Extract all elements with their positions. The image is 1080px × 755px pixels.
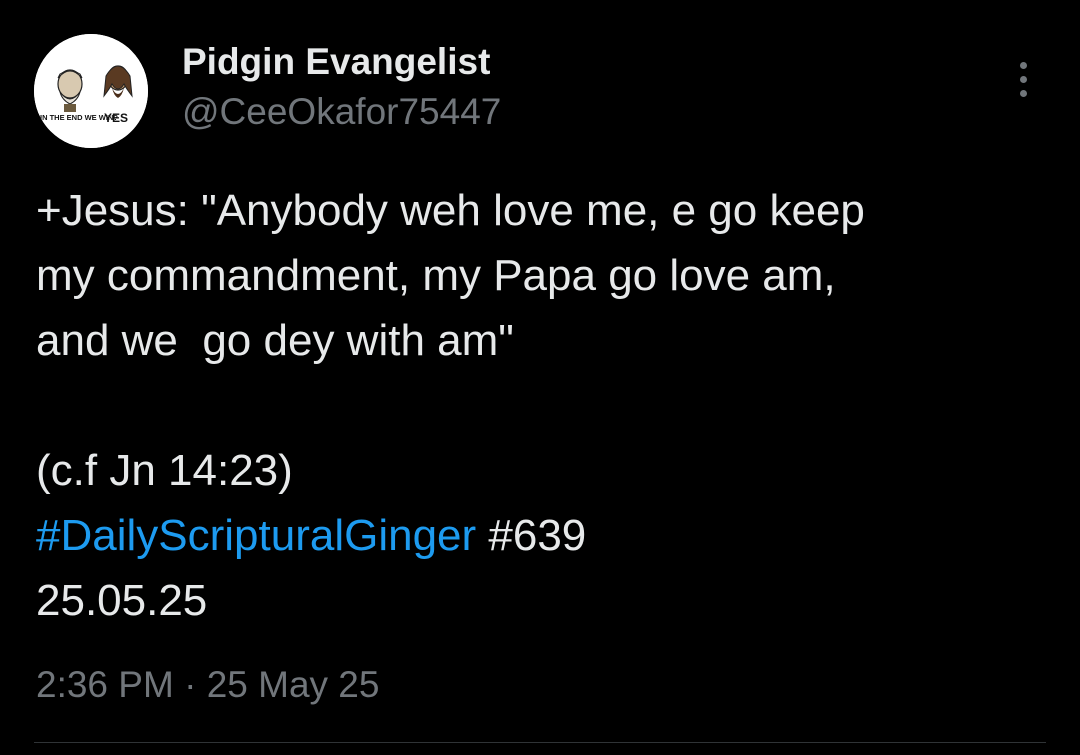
hashtag-line: #DailyScripturalGinger #639: [36, 503, 1046, 568]
avatar-image: IN THE END WE WIN? YES: [34, 34, 148, 148]
tweet-text: +Jesus: "Anybody weh love me, e go keep …: [36, 178, 1046, 633]
more-options-button[interactable]: [1006, 56, 1042, 104]
avatar-caption-right: YES: [104, 111, 128, 125]
author-display-name[interactable]: Pidgin Evangelist: [182, 40, 501, 84]
timestamp-date[interactable]: 25 May 25: [207, 664, 380, 705]
tweet-date-text: 25.05.25: [36, 576, 208, 625]
tweet-text-line: my commandment, my Papa go love am,: [36, 251, 836, 300]
avatar[interactable]: IN THE END WE WIN? YES: [34, 34, 148, 148]
tweet-timestamp: 2:36 PM · 25 May 25: [36, 662, 379, 708]
author-block: Pidgin Evangelist @CeeOkafor75447: [182, 40, 501, 134]
scripture-reference: (c.f Jn 14:23): [36, 446, 293, 495]
timestamp-time[interactable]: 2:36 PM: [36, 664, 174, 705]
tweet-text-line: +Jesus: "Anybody weh love me, e go keep: [36, 186, 865, 235]
divider: [34, 742, 1046, 743]
post-number: #639: [476, 511, 587, 560]
timestamp-separator: ·: [173, 664, 207, 705]
tweet-card: IN THE END WE WIN? YES Pidgin Evangelist…: [0, 0, 1080, 755]
hashtag-link[interactable]: #DailyScripturalGinger: [36, 511, 476, 560]
tweet-text-line: and we go dey with am": [36, 316, 514, 365]
author-handle[interactable]: @CeeOkafor75447: [182, 90, 501, 134]
